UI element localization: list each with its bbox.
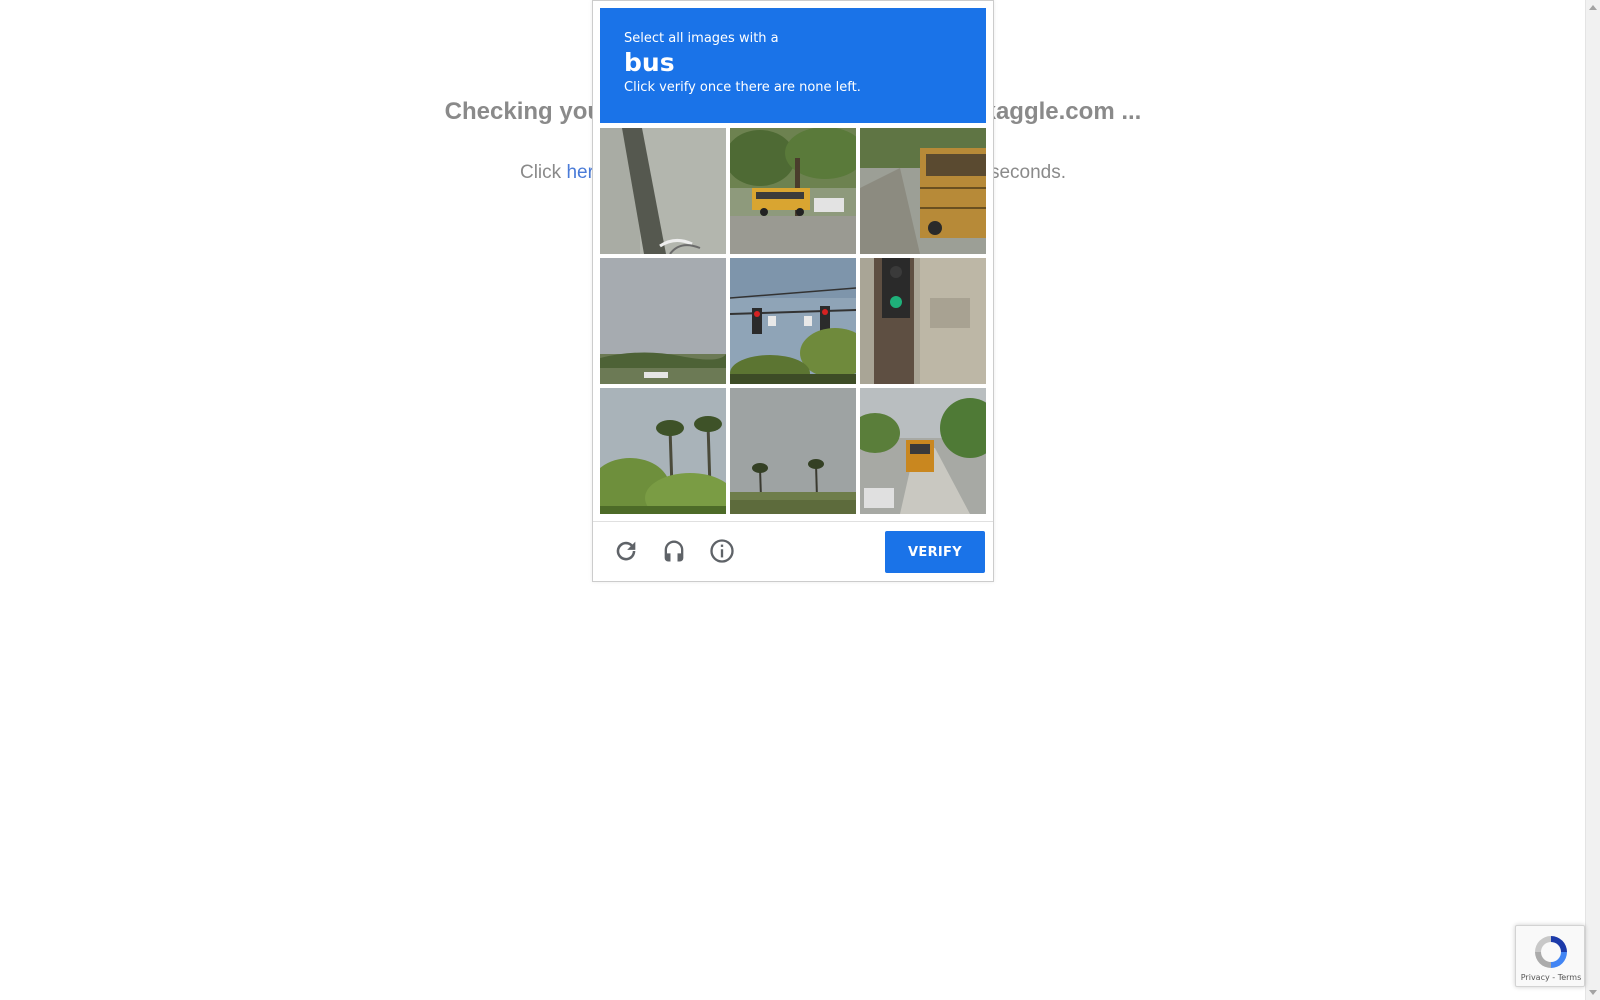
reload-icon[interactable] (612, 537, 640, 565)
captcha-header: Select all images with a bus Click verif… (600, 8, 986, 123)
tile-image-traffic-lights (730, 258, 856, 384)
captcha-image-grid (600, 128, 986, 514)
captcha-tile-2[interactable] (730, 128, 856, 254)
info-icon[interactable] (708, 537, 736, 565)
scroll-down-arrow[interactable] (1589, 990, 1597, 995)
captcha-tile-6[interactable] (860, 258, 986, 384)
tile-image-school-bus (730, 128, 856, 254)
tile-image-pavement (600, 128, 726, 254)
captcha-tile-1[interactable] (600, 128, 726, 254)
tile-image-traffic-signal (860, 258, 986, 384)
headphones-icon[interactable] (660, 537, 688, 565)
tile-image-distant-palms (730, 388, 856, 514)
captcha-tile-4[interactable] (600, 258, 726, 384)
captcha-tile-8[interactable] (730, 388, 856, 514)
captcha-instruction: Select all images with a (624, 31, 779, 46)
tile-image-sky (600, 258, 726, 384)
captcha-tile-7[interactable] (600, 388, 726, 514)
tile-image-bus-road (860, 388, 986, 514)
captcha-challenge: Select all images with a bus Click verif… (592, 0, 994, 582)
verify-button[interactable]: VERIFY (885, 531, 985, 573)
recaptcha-privacy-terms[interactable]: Privacy - Terms (1516, 973, 1586, 982)
captcha-tile-9[interactable] (860, 388, 986, 514)
scroll-up-arrow[interactable] (1589, 5, 1597, 10)
captcha-target-word: bus (624, 48, 675, 77)
page-scrollbar[interactable] (1585, 0, 1600, 1000)
captcha-tile-3[interactable] (860, 128, 986, 254)
captcha-hint: Click verify once there are none left. (624, 80, 861, 95)
tile-image-palm-trees (600, 388, 726, 514)
captcha-footer-divider (593, 521, 993, 522)
recaptcha-badge[interactable]: Privacy - Terms (1515, 925, 1585, 987)
captcha-tile-5[interactable] (730, 258, 856, 384)
recaptcha-logo-icon (1535, 936, 1567, 968)
tile-image-bus-side (860, 128, 986, 254)
redirect-prefix: Click (519, 162, 567, 183)
